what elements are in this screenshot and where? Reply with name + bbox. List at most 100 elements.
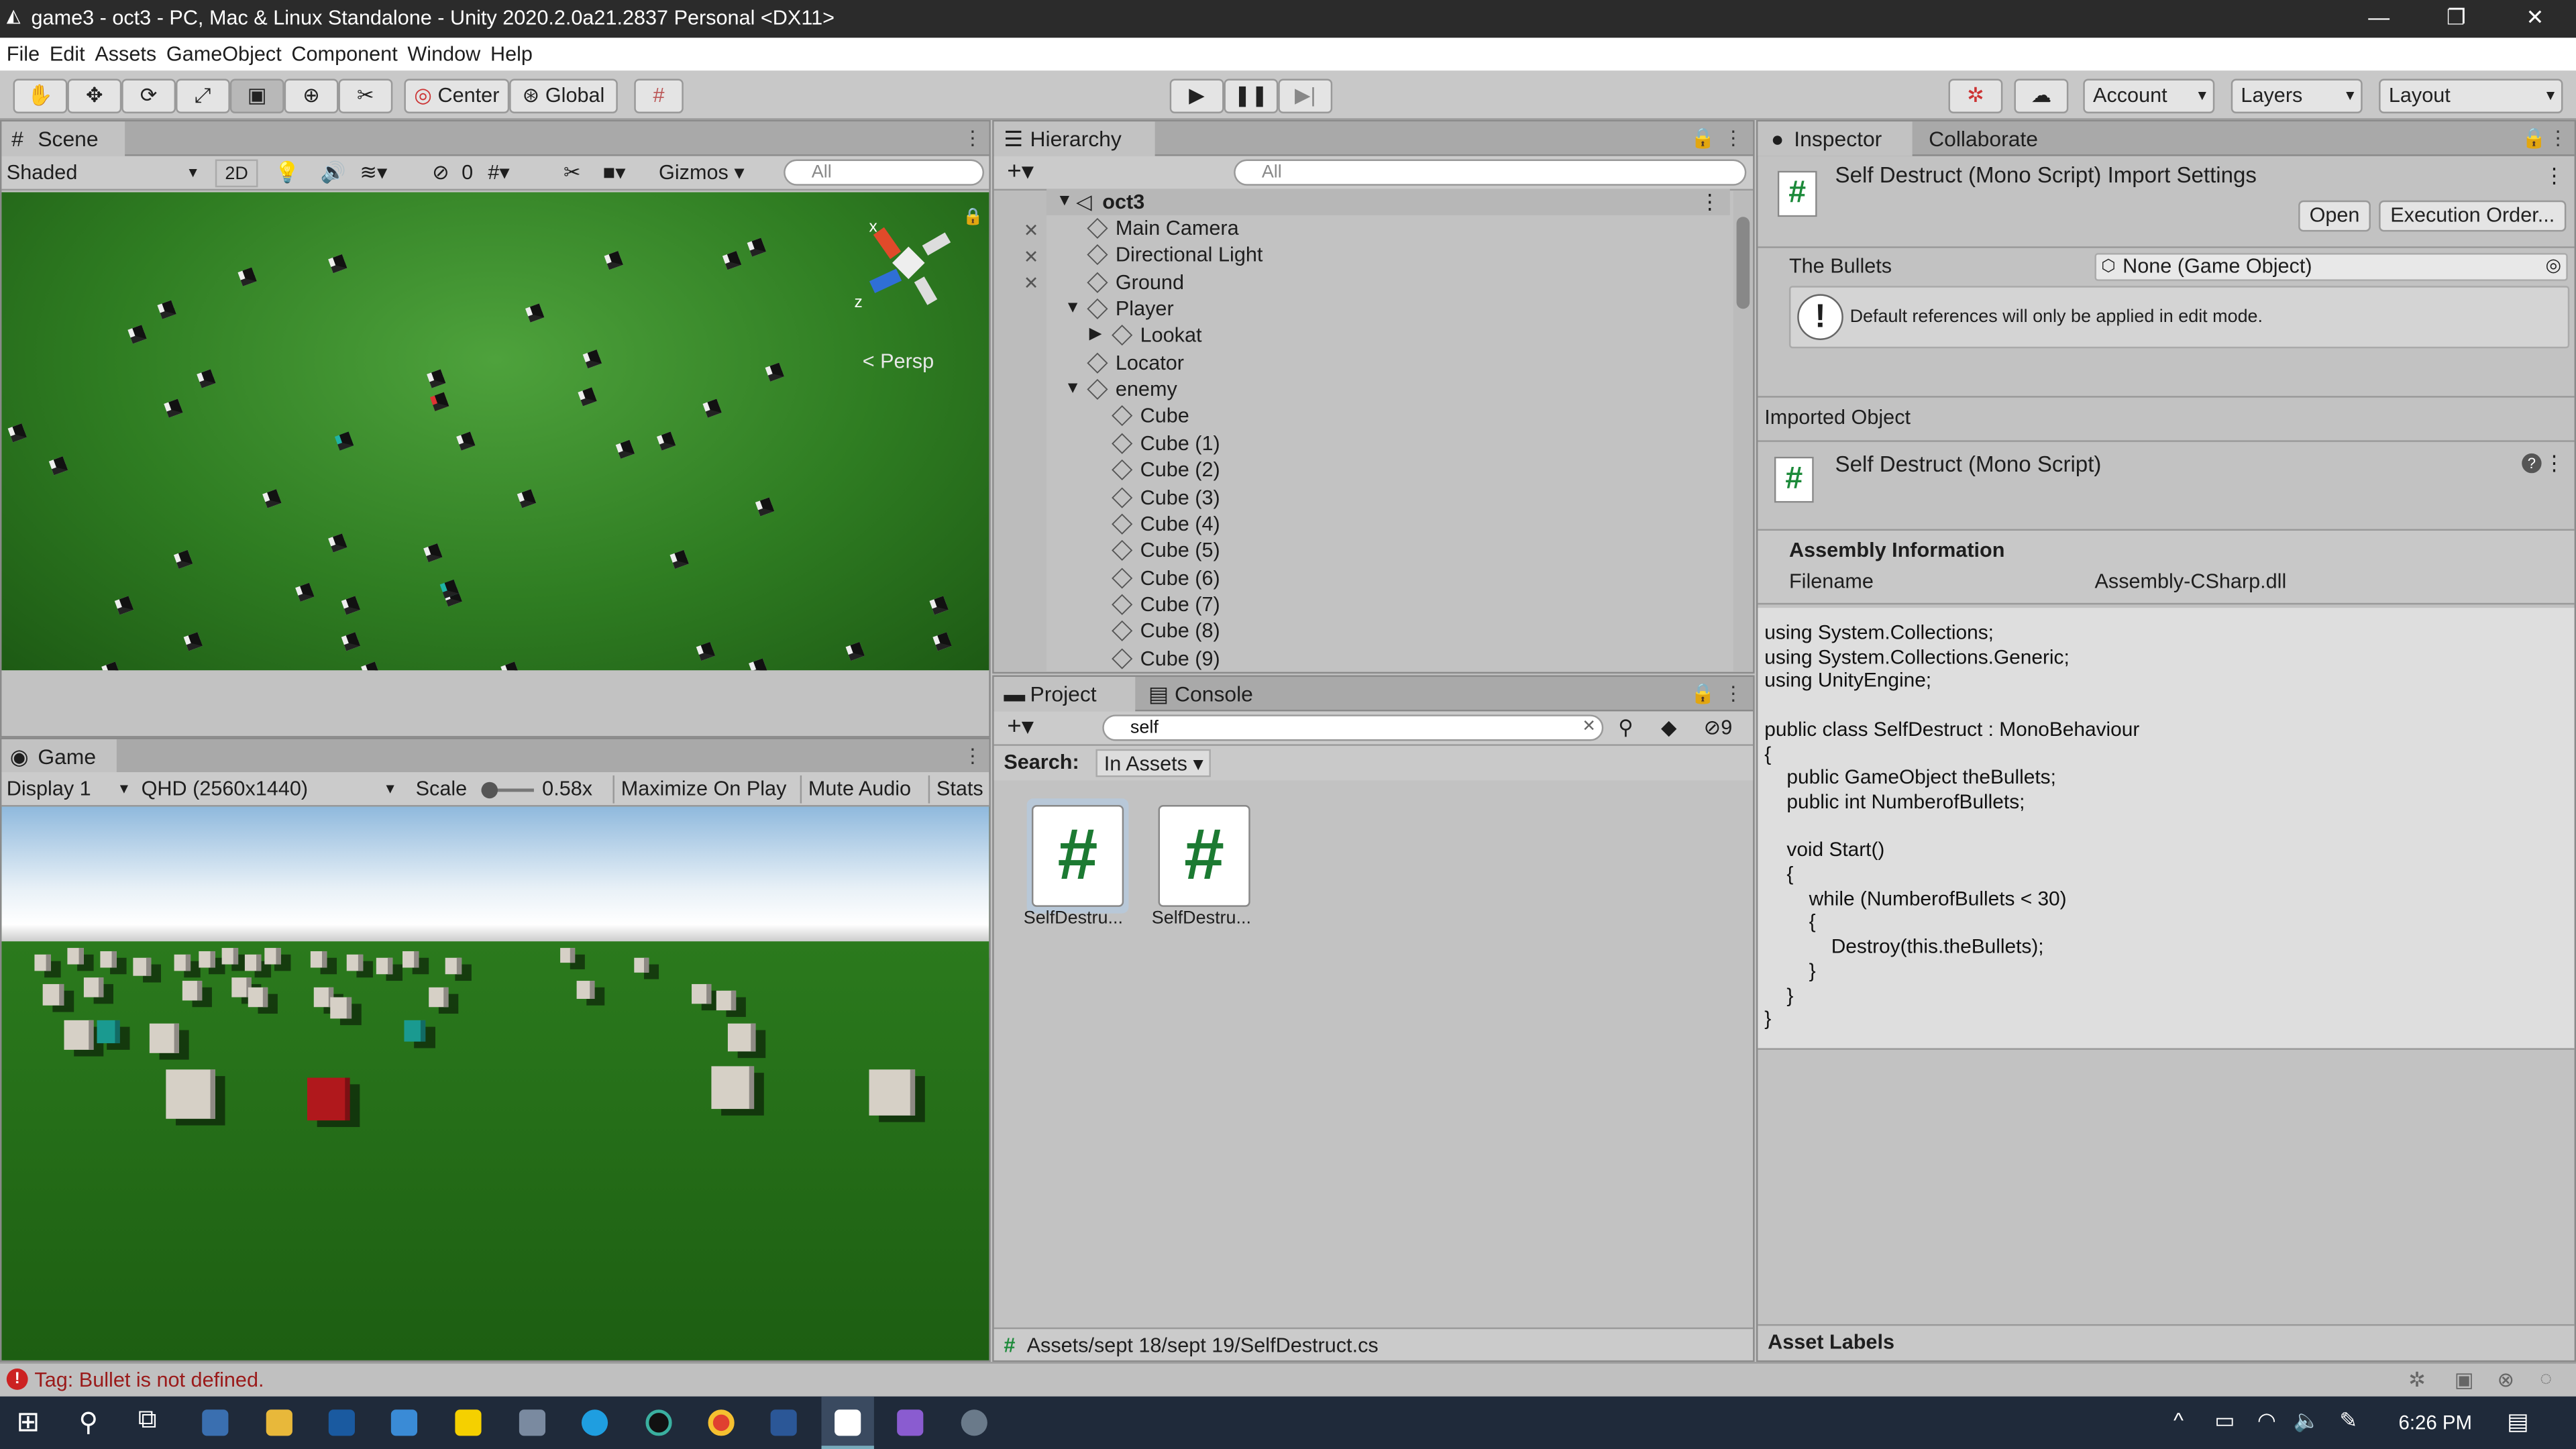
hierarchy-item[interactable]: Cube (4): [1046, 511, 1730, 537]
pivot-global-button[interactable]: ⊛ Global: [509, 78, 618, 113]
pen-icon[interactable]: ✎: [2339, 1408, 2357, 1434]
chevron-down-icon[interactable]: ▼: [1065, 376, 1081, 402]
tab-collaborate[interactable]: Collaborate: [1916, 121, 2063, 156]
scene-cube-colored[interactable]: [429, 392, 449, 411]
step-button[interactable]: ▶|: [1278, 78, 1333, 113]
maximize-on-play-toggle[interactable]: Maximize On Play: [612, 775, 786, 804]
hierarchy-item[interactable]: ▶ Lookat: [1046, 323, 1730, 349]
progress-icon[interactable]: ◌: [2540, 1367, 2552, 1390]
close-button[interactable]: ✕: [2510, 3, 2559, 33]
hierarchy-item[interactable]: Main Camera: [1046, 215, 1730, 241]
scene-gizmo[interactable]: x z: [854, 219, 951, 317]
restore-button[interactable]: ❐: [2432, 3, 2481, 33]
script-file-icon[interactable]: #: [1031, 805, 1124, 907]
sticky-notes-icon[interactable]: [455, 1409, 482, 1436]
chrome-icon[interactable]: [708, 1409, 735, 1436]
project-menu-icon[interactable]: ⋮: [1723, 682, 1743, 704]
scene-cube[interactable]: [929, 596, 949, 615]
rotate-tool-icon[interactable]: ⟳: [121, 78, 176, 113]
the-bullets-object-field[interactable]: ⬡ None (Game Object) ◎: [2094, 253, 2568, 281]
hierarchy-menu-icon[interactable]: ⋮: [1723, 127, 1743, 150]
game-viewport[interactable]: [1, 806, 989, 1360]
word-icon[interactable]: [770, 1409, 797, 1436]
bug-icon[interactable]: ✲: [2408, 1367, 2426, 1391]
menu-file[interactable]: File: [7, 38, 40, 70]
scene-cube[interactable]: [578, 387, 597, 407]
hierarchy-scrollbar[interactable]: [1733, 191, 1754, 672]
audio-icon[interactable]: 🔊: [321, 160, 346, 188]
scene-cube[interactable]: [295, 582, 315, 602]
store-icon[interactable]: [202, 1409, 229, 1436]
scene-menu-icon[interactable]: ⋮: [963, 127, 982, 150]
2d-toggle[interactable]: 2D: [215, 159, 258, 188]
visual-studio-icon[interactable]: [897, 1409, 924, 1436]
script-file-icon[interactable]: #: [1158, 805, 1250, 907]
tab-game[interactable]: ◉ Game: [1, 739, 117, 774]
menu-assets[interactable]: Assets: [95, 38, 156, 70]
app-icon[interactable]: [328, 1409, 355, 1436]
hierarchy-item[interactable]: Cube (3): [1046, 484, 1730, 510]
stats-toggle[interactable]: Stats: [928, 775, 983, 804]
object-picker-icon[interactable]: ◎: [2545, 255, 2561, 280]
hierarchy-item[interactable]: Cube (5): [1046, 537, 1730, 564]
hidden-packages-icon[interactable]: ⊘9: [1704, 714, 1733, 743]
tab-console[interactable]: ▤ Console: [1138, 677, 1286, 711]
script-menu-icon[interactable]: ⋮: [2544, 450, 2565, 474]
hierarchy-item[interactable]: Cube (8): [1046, 618, 1730, 644]
wifi-icon[interactable]: ◠: [2257, 1408, 2276, 1434]
edge-icon[interactable]: [581, 1409, 608, 1436]
hierarchy-lock-icon[interactable]: 🔒: [1690, 127, 1715, 150]
hidden-objects-icon[interactable]: ⊘: [432, 160, 449, 188]
hierarchy-item[interactable]: Cube (2): [1046, 457, 1730, 483]
lighting-icon[interactable]: 💡: [274, 160, 300, 188]
persp-label[interactable]: < Persp: [863, 350, 934, 373]
menu-help[interactable]: Help: [490, 38, 533, 70]
effects-icon[interactable]: ≋▾: [360, 160, 387, 188]
script-file-label[interactable]: SelfDestru...: [1152, 908, 1251, 928]
execution-order-button[interactable]: Execution Order...: [2379, 200, 2567, 232]
account-dropdown[interactable]: Account: [2083, 78, 2215, 113]
menu-gameobject[interactable]: GameObject: [166, 38, 282, 70]
scene-cube[interactable]: [747, 237, 766, 257]
file-explorer-icon[interactable]: [266, 1409, 292, 1436]
scene-cube[interactable]: [361, 661, 380, 671]
hierarchy-item[interactable]: Ground: [1046, 269, 1730, 295]
scene-row-menu-icon[interactable]: ⋮: [1699, 189, 1720, 215]
inspector-menu-icon[interactable]: ⋮: [2548, 127, 2567, 150]
task-view-icon[interactable]: ⧉: [138, 1406, 157, 1436]
hierarchy-item[interactable]: Cube (6): [1046, 564, 1730, 590]
hierarchy-item[interactable]: Cube (1): [1046, 430, 1730, 456]
menu-window[interactable]: Window: [407, 38, 480, 70]
scene-viewport[interactable]: x z 🔒 < Persp: [1, 192, 989, 671]
shading-dropdown[interactable]: Shaded: [7, 160, 204, 188]
hierarchy-item[interactable]: Cube: [1046, 403, 1730, 429]
scene-cube[interactable]: [341, 632, 360, 651]
auto-generate-icon[interactable]: ⊗: [2497, 1367, 2514, 1391]
scene-cube[interactable]: [702, 398, 722, 418]
scene-cube[interactable]: [114, 596, 134, 615]
hidden-icon[interactable]: ✕: [1024, 220, 1039, 241]
resolution-dropdown[interactable]: QHD (2560x1440): [142, 775, 401, 804]
hierarchy-scroll-thumb[interactable]: [1736, 217, 1750, 309]
tray-chevron-icon[interactable]: ^: [2174, 1408, 2184, 1433]
scene-cube[interactable]: [765, 362, 784, 382]
scene-cube[interactable]: [604, 251, 623, 270]
scene-cube[interactable]: [517, 489, 537, 508]
chevron-down-icon[interactable]: ▼: [1065, 296, 1081, 322]
hidden-icon[interactable]: ✕: [1024, 273, 1039, 294]
clear-search-icon[interactable]: ✕: [1582, 718, 1596, 736]
tab-inspector[interactable]: ● Inspector: [1758, 121, 1913, 156]
scene-cube[interactable]: [500, 661, 520, 671]
hierarchy-item[interactable]: Cube (9): [1046, 645, 1730, 671]
inspector-lock-icon[interactable]: 🔒: [2522, 127, 2546, 150]
battery-icon[interactable]: ▭: [2214, 1408, 2235, 1434]
scene-cube-colored[interactable]: [334, 431, 354, 451]
scene-cube[interactable]: [423, 543, 443, 563]
help-icon[interactable]: ?: [2522, 453, 2542, 474]
scene-cube[interactable]: [749, 658, 768, 671]
search-scope-button[interactable]: In Assets ▾: [1095, 749, 1212, 777]
search-by-type-icon[interactable]: ⚲: [1618, 714, 1633, 743]
scene-cube[interactable]: [164, 398, 183, 418]
scale-tool-icon[interactable]: ⤢: [176, 78, 230, 113]
hierarchy-search-input[interactable]: All: [1234, 159, 1747, 186]
